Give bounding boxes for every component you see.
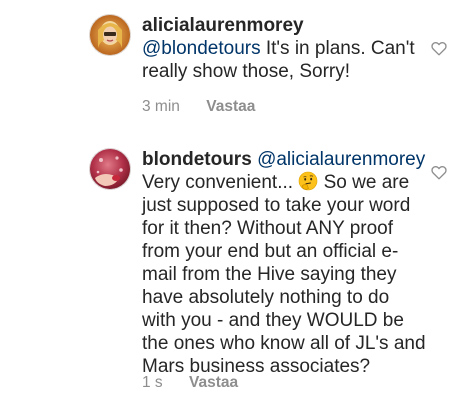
comment-username[interactable]: blondetours	[142, 149, 252, 170]
heart-outline-icon[interactable]	[431, 165, 447, 180]
comments-panel: { "comments": [ { "username": "alicialau…	[0, 0, 474, 405]
comment-meta: 1 s Vastaa	[142, 374, 238, 392]
comment-timestamp: 1 s	[142, 374, 163, 391]
thinking-face-emoji	[298, 171, 318, 191]
comment-body-end: So we are just supposed to take your wor…	[142, 172, 426, 377]
comment-text: alicialaurenmorey @blondetours It's in p…	[142, 14, 427, 83]
comment-mention[interactable]: @alicialaurenmorey	[257, 149, 425, 170]
comment-body-start: Very convenient...	[142, 172, 294, 193]
avatar[interactable]	[89, 14, 131, 56]
comment-meta: 3 min Vastaa	[142, 98, 255, 116]
avatar[interactable]	[89, 148, 131, 190]
avatar-image	[89, 148, 131, 190]
comment-timestamp: 3 min	[142, 98, 180, 115]
avatar-image	[89, 14, 131, 56]
comment-mention[interactable]: @blondetours	[142, 38, 261, 59]
reply-button[interactable]: Vastaa	[206, 98, 255, 115]
comment-username[interactable]: alicialaurenmorey	[142, 15, 304, 36]
heart-outline-icon[interactable]	[431, 41, 447, 56]
comment-text: blondetours @alicialaurenmorey Very conv…	[142, 148, 427, 378]
reply-button[interactable]: Vastaa	[189, 374, 238, 391]
